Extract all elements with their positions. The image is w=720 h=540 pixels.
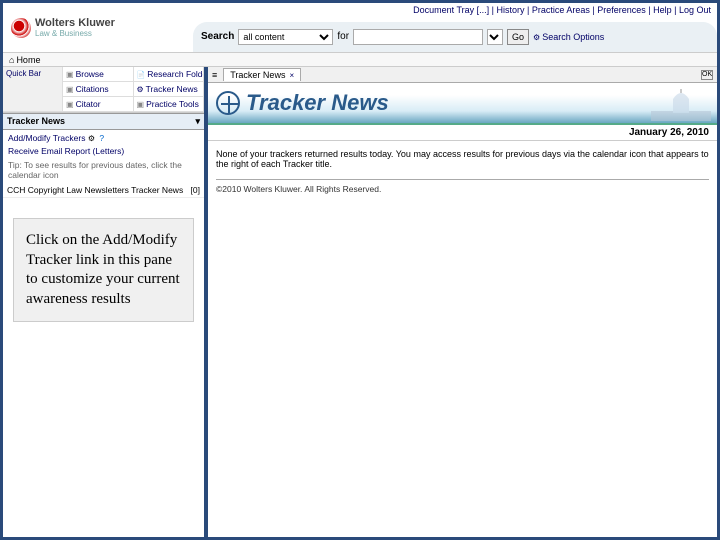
quick-bar[interactable]: Quick Bar <box>3 67 63 112</box>
content-panel: ≡ Tracker News × OK Tracker News January… <box>208 67 717 537</box>
left-panel: Quick Bar Browse Research Folders Citati… <box>3 67 208 537</box>
brand-subtitle: Law & Business <box>35 29 115 38</box>
home-link[interactable]: Home <box>9 55 40 65</box>
nav-browse[interactable]: Browse <box>63 67 134 82</box>
logo-swirl-icon <box>11 18 31 38</box>
tracker-item-count: [0] <box>191 185 200 195</box>
tracker-item-label: CCH Copyright Law Newsletters Tracker Ne… <box>7 185 183 195</box>
link-logout[interactable]: Log Out <box>679 5 711 15</box>
capitol-icon <box>651 87 711 121</box>
gear-icon[interactable] <box>88 133 97 143</box>
no-results-message: None of your trackers returned results t… <box>216 149 709 169</box>
search-bar: Search all content for Go Search Options <box>193 22 717 52</box>
nav-practice-tools[interactable]: Practice Tools <box>134 97 205 112</box>
nav-tracker-news[interactable]: Tracker News <box>134 82 205 97</box>
search-label: Search <box>201 31 234 42</box>
link-history[interactable]: History <box>497 5 525 15</box>
nav-citator[interactable]: Citator <box>63 97 134 112</box>
instruction-callout: Click on the Add/Modify Tracker link in … <box>13 218 194 322</box>
link-preferences[interactable]: Preferences <box>597 5 646 15</box>
top-links: Document Tray [...] | History | Practice… <box>413 5 711 15</box>
tip-text: Tip: To see results for previous dates, … <box>8 160 199 180</box>
add-modify-trackers-link[interactable]: Add/Modify Trackers <box>8 133 85 143</box>
receive-email-link[interactable]: Receive Email Report (Letters) <box>8 146 124 156</box>
search-scope-select[interactable]: all content <box>238 29 333 45</box>
tab-label: Tracker News <box>230 70 285 80</box>
tracker-news-title: Tracker News <box>7 116 65 127</box>
brand-logo: Wolters Kluwer Law & Business <box>3 17 193 38</box>
link-doc-tray[interactable]: Document Tray [...] <box>413 5 489 15</box>
brand-name: Wolters Kluwer <box>35 17 115 29</box>
go-button[interactable]: Go <box>507 29 529 45</box>
banner-title: Tracker News <box>246 90 389 116</box>
target-icon <box>216 91 240 115</box>
tracker-news-section-header: Tracker News ▾ <box>3 113 204 130</box>
nav-citations[interactable]: Citations <box>63 82 134 97</box>
search-input[interactable] <box>353 29 483 45</box>
current-date: January 26, 2010 <box>629 127 709 138</box>
tracker-item[interactable]: CCH Copyright Law Newsletters Tracker Ne… <box>3 183 204 198</box>
maximize-button[interactable]: OK <box>701 70 713 80</box>
search-options-link[interactable]: Search Options <box>533 32 604 42</box>
search-filter-select[interactable] <box>487 29 503 45</box>
hamburger-icon[interactable]: ≡ <box>212 70 217 80</box>
copyright: ©2010 Wolters Kluwer. All Rights Reserve… <box>216 184 709 194</box>
tab-tracker-news[interactable]: Tracker News × <box>223 68 301 81</box>
tracker-news-banner: Tracker News <box>208 83 717 125</box>
collapse-icon[interactable]: ▾ <box>195 116 200 127</box>
for-label: for <box>337 31 349 42</box>
close-icon[interactable]: × <box>289 71 294 80</box>
link-help[interactable]: Help <box>653 5 672 15</box>
nav-research-folders[interactable]: Research Folders <box>134 67 205 82</box>
link-practice-areas[interactable]: Practice Areas <box>532 5 590 15</box>
help-icon[interactable]: ? <box>99 133 104 143</box>
